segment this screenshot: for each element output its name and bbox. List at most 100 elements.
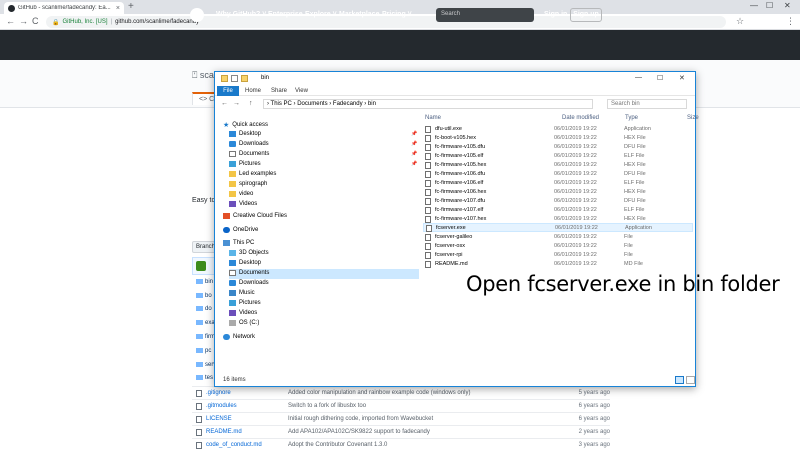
nav-pictures[interactable]: Pictures (229, 161, 261, 167)
nav-led-examples[interactable]: Led examples (229, 171, 276, 177)
column-header-size[interactable]: Size (687, 115, 699, 121)
pictures-icon (229, 300, 236, 306)
file-row[interactable]: fc-boot-v105.hex 06/01/2019 19:22 HEX File (423, 134, 693, 143)
large-icons-view-icon[interactable] (686, 376, 695, 384)
nav-3d-objects[interactable]: 3D Objects (229, 250, 269, 256)
ribbon-tab-share[interactable]: Share (271, 88, 287, 94)
window-close-button[interactable]: ✕ (784, 1, 791, 10)
pin-icon[interactable]: 📌 (411, 131, 417, 137)
nav-video[interactable]: video (229, 191, 253, 197)
nav-spirograph[interactable]: spirograph (229, 181, 267, 187)
nav-videos[interactable]: Videos (229, 201, 257, 207)
file-row[interactable]: fc-firmware-v107.elf 06/01/2019 19:22 ELF … (423, 206, 693, 215)
explorer-address-bar[interactable]: › This PC › Documents › Fadecandy › bin (263, 99, 593, 109)
ribbon-tab-home[interactable]: Home (245, 88, 261, 94)
nav-enterprise[interactable]: Enterprise (268, 11, 303, 18)
reload-button[interactable]: C (32, 16, 39, 26)
nav-creative-cloud[interactable]: Creative Cloud Files (223, 213, 287, 219)
file-row[interactable]: fcserver-galileo 06/01/2019 19:22 File (423, 233, 693, 242)
nav-pricing[interactable]: Pricing ˅ (382, 11, 412, 18)
folder-icon (229, 181, 236, 187)
file-row[interactable]: fc-firmware-v106.elf 06/01/2019 19:22 ELF … (423, 179, 693, 188)
nav-why-github[interactable]: Why GitHub? ˅ (216, 11, 266, 18)
explorer-back-button[interactable]: ← (221, 100, 228, 107)
nav-documents-pc[interactable]: Documents (229, 270, 269, 276)
window-maximize-button[interactable]: ☐ (766, 1, 773, 10)
pin-icon[interactable]: 📌 (411, 151, 417, 157)
creative-cloud-icon (223, 213, 230, 219)
ribbon-tab-file[interactable]: File (217, 86, 239, 96)
bookmark-star-icon[interactable]: ☆ (736, 16, 744, 27)
github-search-input[interactable]: Search (436, 8, 534, 22)
nav-onedrive[interactable]: OneDrive (223, 227, 258, 233)
nav-music[interactable]: Music (229, 290, 255, 296)
table-row[interactable]: .gitmodules Switch to a fork of libusbx t… (192, 399, 610, 412)
browser-tab[interactable]: GitHub - scanlime/fadecandy: Ea... × (4, 2, 124, 14)
nav-quick-access[interactable]: ★ Quick access (223, 121, 268, 129)
list-item[interactable]: bin (196, 279, 213, 285)
explorer-maximize-button[interactable]: ☐ (657, 74, 663, 82)
list-item[interactable]: firm (196, 334, 215, 340)
browser-menu-icon[interactable]: ⋮ (786, 16, 795, 27)
nav-desktop-pc[interactable]: Desktop (229, 260, 261, 266)
avatar[interactable] (196, 261, 206, 271)
site-org: GitHub, Inc. [US] (62, 19, 108, 25)
github-logo-icon[interactable] (190, 8, 204, 22)
list-item[interactable]: do (196, 306, 212, 312)
file-row[interactable]: fc-firmware-v105.dfu 06/01/2019 19:22 DFU … (423, 143, 693, 152)
nav-os-drive[interactable]: OS (C:) (229, 320, 259, 326)
file-row[interactable]: fcserver-rpi 06/01/2019 19:22 File (423, 251, 693, 260)
file-row[interactable]: fc-firmware-v105.hex 06/01/2019 19:22 HEX … (423, 161, 693, 170)
nav-downloads-pc[interactable]: Downloads (229, 280, 269, 286)
pin-icon[interactable]: 📌 (411, 141, 417, 147)
file-row[interactable]: fc-firmware-v105.elf 06/01/2019 19:22 ELF … (423, 152, 693, 161)
table-row[interactable]: code_of_conduct.md Adopt the Contributor … (192, 438, 610, 450)
nav-downloads[interactable]: Downloads (229, 141, 269, 147)
column-header-type[interactable]: Type (625, 115, 638, 121)
file-row-fcserver-exe[interactable]: fcserver.exe 06/01/2019 19:22 Application (423, 223, 693, 232)
file-row[interactable]: README.md 06/01/2019 19:22 MD File (423, 260, 693, 269)
explorer-close-button[interactable]: ✕ (679, 74, 685, 82)
window-minimize-button[interactable]: — (750, 1, 758, 10)
column-header-date[interactable]: Date modified (562, 115, 599, 121)
sign-in-link[interactable]: Sign in (544, 11, 567, 18)
nav-marketplace[interactable]: Marketplace (339, 11, 379, 18)
branch-selector[interactable]: Branch (192, 241, 216, 253)
nav-pictures-pc[interactable]: Pictures (229, 300, 261, 306)
new-tab-button[interactable]: + (128, 1, 134, 12)
explorer-titlebar[interactable] (215, 72, 695, 86)
explorer-minimize-button[interactable]: — (635, 74, 642, 81)
nav-network[interactable]: Network (223, 334, 255, 340)
nav-videos-pc[interactable]: Videos (229, 310, 257, 316)
explorer-search-input[interactable]: Search bin (607, 99, 687, 109)
file-row-dfu-util[interactable]: dfu-util.exe 06/01/2019 19:22 Application (423, 125, 693, 134)
properties-icon[interactable] (231, 75, 238, 82)
list-item[interactable]: tes (196, 375, 213, 381)
column-header-name[interactable]: Name (425, 115, 441, 121)
table-row[interactable]: LICENSE Initial rough dithering code, imp… (192, 412, 610, 425)
sign-up-button[interactable]: Sign up (570, 8, 602, 22)
forward-button[interactable]: → (19, 16, 28, 26)
list-item[interactable]: pc (196, 348, 211, 354)
nav-this-pc[interactable]: This PC (223, 240, 254, 246)
table-row[interactable]: .gitignore Added color manipulation and r… (192, 386, 610, 399)
explorer-forward-button[interactable]: → (233, 100, 240, 107)
list-item[interactable]: bo (196, 293, 212, 299)
nav-desktop[interactable]: Desktop (229, 131, 261, 137)
file-row[interactable]: fc-firmware-v107.dfu 06/01/2019 19:22 DFU … (423, 197, 693, 206)
explorer-up-button[interactable]: ↑ (249, 100, 253, 107)
back-button[interactable]: ← (6, 16, 15, 26)
file-row[interactable]: fcserver-osx 06/01/2019 19:22 File (423, 242, 693, 251)
pin-icon[interactable]: 📌 (411, 161, 417, 167)
new-folder-icon[interactable] (241, 75, 248, 82)
nav-explore[interactable]: Explore ˅ (305, 11, 337, 18)
folder-icon (196, 293, 203, 298)
list-item[interactable]: exa (196, 320, 215, 326)
nav-documents[interactable]: Documents (229, 151, 269, 157)
file-row[interactable]: fc-firmware-v106.hex 06/01/2019 19:22 HEX … (423, 188, 693, 197)
table-row[interactable]: README.md Add APA102/APA102C/SK9822 suppo… (192, 425, 610, 438)
file-row[interactable]: fc-firmware-v106.dfu 06/01/2019 19:22 DFU … (423, 170, 693, 179)
tab-close-icon[interactable]: × (116, 5, 120, 12)
details-view-icon[interactable] (675, 376, 684, 384)
ribbon-tab-view[interactable]: View (295, 88, 308, 94)
